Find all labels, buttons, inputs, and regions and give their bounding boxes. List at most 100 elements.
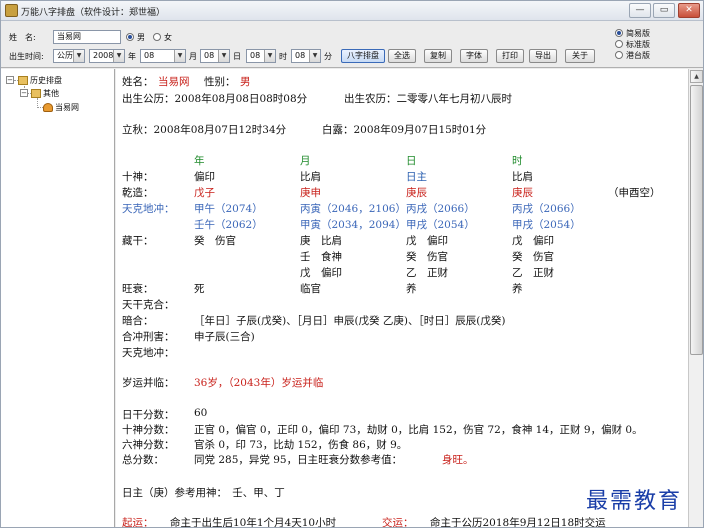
maximize-button[interactable]: ▭ xyxy=(653,3,675,18)
hour-label: 时 xyxy=(279,52,287,61)
window-title: 万能八字排盘（软件设计：郑世福） xyxy=(21,8,166,18)
pillar-header-hour: 时 xyxy=(512,155,523,167)
edition-label-simple: 简易版 xyxy=(626,29,650,38)
chevron-down-icon: ▼ xyxy=(309,50,320,62)
minute-select[interactable]: 08 ▼ xyxy=(291,49,321,63)
jiaoyun-value: 命主于公历2018年9月12日18时交运 xyxy=(430,517,606,527)
edition-radio-hktw[interactable] xyxy=(615,51,623,59)
qianzao-label: 乾造： xyxy=(122,187,154,199)
main-window: 万能八字排盘（软件设计：郑世福） — ▭ ✕ 姓 名: 当易网 男 女 出生时间… xyxy=(0,0,704,528)
edition-radio-standard[interactable] xyxy=(615,40,623,48)
liushen-label: 六神分数： xyxy=(122,439,175,451)
female-label: 女 xyxy=(164,33,172,42)
zongfen-value: 同党 285，异党 95，日主旺衰分数参考值： xyxy=(194,454,403,466)
canggan-label: 藏干： xyxy=(122,235,154,247)
pillar-header-year: 年 xyxy=(194,155,205,167)
suiyun-label: 岁运并临： xyxy=(122,377,175,389)
rigan-label: 日干分数： xyxy=(122,409,175,421)
chevron-down-icon: ▼ xyxy=(73,50,84,62)
tree-node-item[interactable]: 当易网 xyxy=(43,102,79,113)
collapse-icon[interactable]: − xyxy=(6,76,14,84)
export-button[interactable]: 导出 xyxy=(529,49,557,63)
tree-node-root[interactable]: 历史排盘 xyxy=(18,75,62,86)
month-label: 月 xyxy=(189,52,197,61)
minute-label: 分 xyxy=(324,52,332,61)
tkdc-hour-2: 甲戌（2054） xyxy=(512,219,581,231)
canggan-year: 癸 伤官 xyxy=(194,235,236,247)
tree-node-group[interactable]: 其他 xyxy=(31,88,59,99)
year-label: 年 xyxy=(128,52,136,61)
report-scrollbar[interactable]: ▲ xyxy=(688,69,703,527)
month-select[interactable]: 08 ▼ xyxy=(140,49,186,63)
tkdc-year-2: 壬午（2062） xyxy=(194,219,263,231)
canggan-hour-2: 癸 伤官 xyxy=(512,251,554,263)
tkdc-hour-1: 丙戌（2066） xyxy=(512,203,581,215)
bailu-term: 白露：2008年09月07日15时01分 xyxy=(322,124,487,136)
hechong-label: 合冲刑害： xyxy=(122,331,175,343)
select-all-button[interactable]: 全选 xyxy=(388,49,416,63)
name-label: 姓名： xyxy=(122,76,154,88)
male-radio[interactable] xyxy=(126,33,134,41)
close-button[interactable]: ✕ xyxy=(678,3,700,18)
print-button[interactable]: 打印 xyxy=(496,49,524,63)
rigan-value: 60 xyxy=(194,407,208,419)
collapse-icon[interactable]: − xyxy=(20,89,28,97)
hour-select[interactable]: 08 ▼ xyxy=(246,49,276,63)
copy-button[interactable]: 复制 xyxy=(424,49,452,63)
tree-root-label: 历史排盘 xyxy=(30,76,62,85)
sex-value: 男 xyxy=(240,76,251,88)
day-label: 日 xyxy=(233,52,241,61)
liqiu-term: 立秋：2008年08月07日12时34分 xyxy=(122,124,287,136)
pillar-header-day: 日 xyxy=(406,155,417,167)
canggan-day-2: 癸 伤官 xyxy=(406,251,448,263)
tkdc-label: 天克地冲： xyxy=(122,203,175,215)
edition-label-hktw: 港台版 xyxy=(626,51,650,60)
chevron-down-icon: ▼ xyxy=(218,50,229,62)
about-button[interactable]: 关于 xyxy=(565,49,595,63)
title-bar: 万能八字排盘（软件设计：郑世福） — ▭ ✕ xyxy=(1,1,703,21)
yongshen: 日主（庚）参考用神： 壬、甲、丁 xyxy=(122,487,285,499)
app-icon xyxy=(5,4,18,17)
zongfen-result: 身旺。 xyxy=(442,454,474,466)
edition-radio-simple[interactable] xyxy=(615,29,623,37)
zongfen-label: 总分数： xyxy=(122,454,164,466)
tkdc-day-1: 丙戌（2066） xyxy=(406,203,475,215)
name-value: 当易网 xyxy=(158,76,190,88)
edition-label-standard: 标准版 xyxy=(626,40,650,49)
scroll-thumb[interactable] xyxy=(690,85,703,355)
wangshuai-day: 养 xyxy=(406,283,417,295)
toolbar: 姓 名: 当易网 男 女 出生时间: 公历 ▼ 2008 ▼ 年 08 ▼ 月 08 ▼… xyxy=(1,22,703,68)
calendar-select[interactable]: 公历 ▼ xyxy=(53,49,85,63)
year-select[interactable]: 2008 ▼ xyxy=(89,49,125,63)
canggan-day-1: 戊 偏印 xyxy=(406,235,448,247)
font-button[interactable]: 字体 xyxy=(460,49,488,63)
paipan-button[interactable]: 八字排盘 xyxy=(341,49,385,63)
qiyun-value: 命主于出生后10年1个月4天10小时 xyxy=(170,517,337,527)
folder-icon xyxy=(31,89,41,98)
tkdc-month-1: 丙寅（2046，2106） xyxy=(300,203,406,215)
tkdc-year-1: 甲午（2074） xyxy=(194,203,263,215)
wangshuai-label: 旺衰： xyxy=(122,283,154,295)
pillar-header-month: 月 xyxy=(300,155,311,167)
liushen-value: 官杀 0，印 73，比劫 152，伤食 86，财 9。 xyxy=(194,439,408,451)
day-select[interactable]: 08 ▼ xyxy=(200,49,230,63)
person-icon xyxy=(43,103,53,112)
kongwang: （申酉空） xyxy=(608,187,661,199)
tiangan-kehe-label: 天干克合： xyxy=(122,299,175,311)
birth-time-label: 出生时间: xyxy=(9,52,44,61)
tree-group-label: 其他 xyxy=(43,89,59,98)
canggan-month-2: 壬 食神 xyxy=(300,251,342,263)
minimize-button[interactable]: — xyxy=(629,3,651,18)
calendar-value: 公历 xyxy=(57,51,73,60)
report-panel[interactable]: 姓名： 当易网 性别： 男 出生公历：2008年08月08日08时08分 出生农… xyxy=(116,69,688,527)
qiyun-label: 起运： xyxy=(122,517,154,527)
name-input[interactable]: 当易网 xyxy=(53,30,121,44)
jiaoyun-label: 交运： xyxy=(382,517,414,527)
female-radio[interactable] xyxy=(153,33,161,41)
sex-label: 性别： xyxy=(204,76,236,88)
year-value: 2008 xyxy=(93,51,114,60)
wangshuai-month: 临官 xyxy=(300,283,321,295)
qianzao-day: 庚辰 xyxy=(406,187,427,199)
canggan-hour-1: 戊 偏印 xyxy=(512,235,554,247)
scroll-up-icon[interactable]: ▲ xyxy=(690,70,703,83)
